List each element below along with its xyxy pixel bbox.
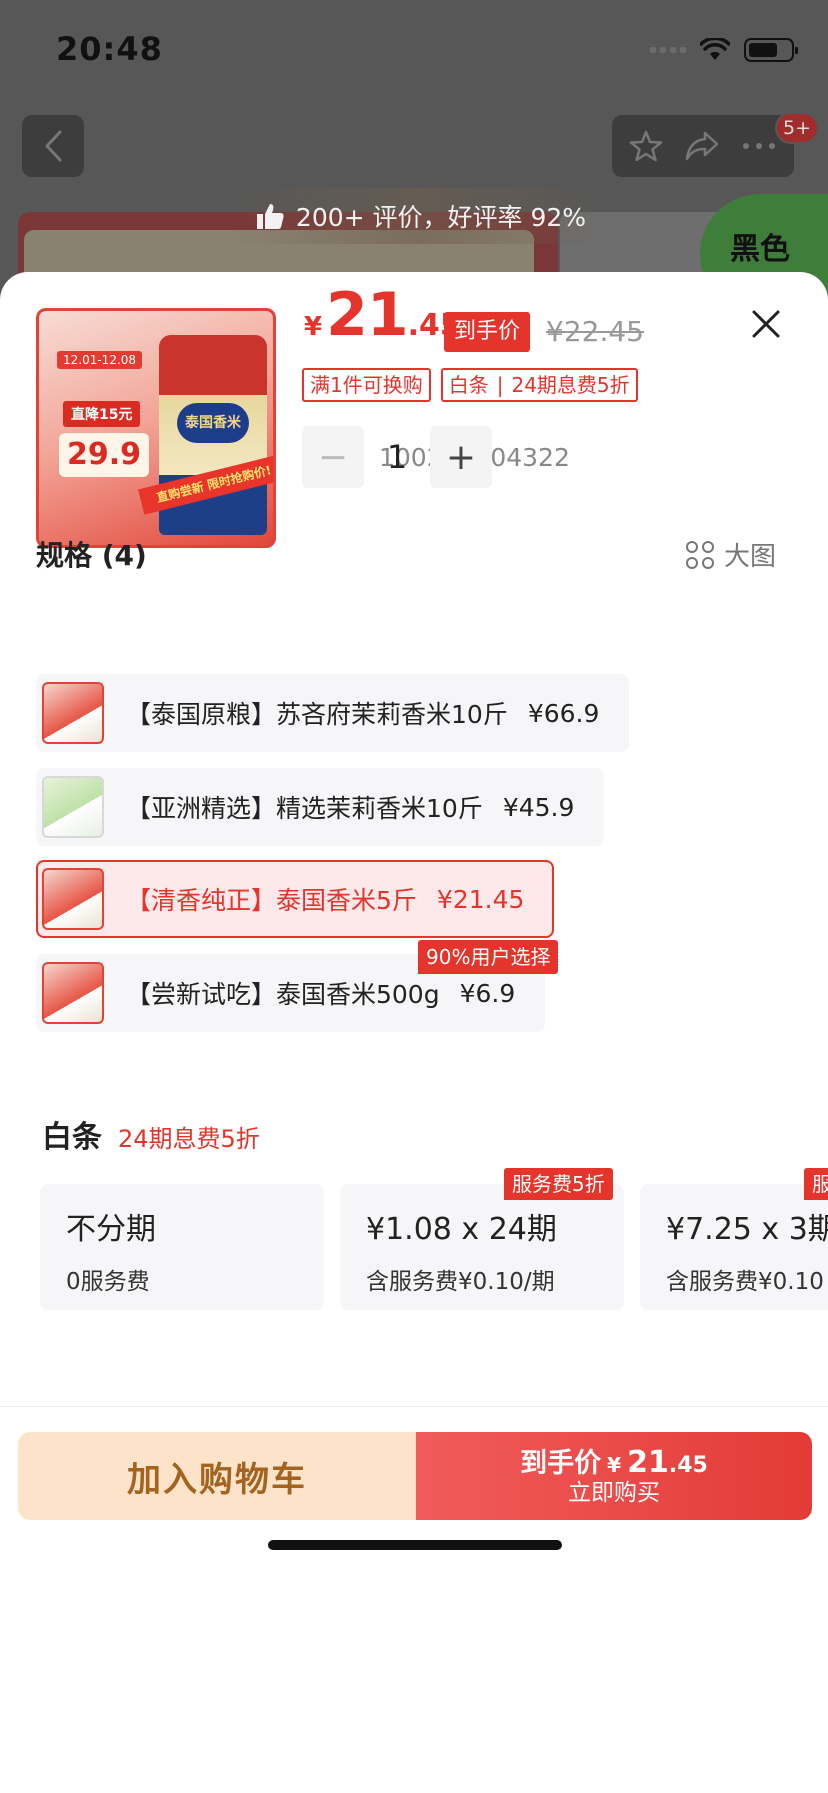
more-icon[interactable] bbox=[741, 141, 777, 151]
price-integer: 21 bbox=[326, 280, 408, 350]
big-image-label: 大图 bbox=[724, 542, 777, 572]
product-image-price: 29.9 bbox=[59, 433, 149, 477]
thumbs-up-icon bbox=[256, 204, 284, 229]
popular-badge: 90%用户选择 bbox=[418, 940, 559, 974]
spec-title: 规格 (4) bbox=[36, 539, 147, 572]
installment-option[interactable]: 不分期 0服务费 bbox=[40, 1184, 324, 1310]
grid-icon bbox=[686, 540, 714, 569]
promo-tag-baitiao-name: 白条 bbox=[448, 373, 489, 397]
spec-thumbnail bbox=[42, 962, 104, 1024]
home-indicator bbox=[268, 1540, 562, 1550]
spec-price: ¥6.9 bbox=[459, 978, 516, 1008]
spec-price: ¥45.9 bbox=[502, 792, 575, 822]
installment-amount: 不分期 bbox=[66, 1212, 156, 1247]
spec-name: 【泰国原粮】苏吝府茉莉香米10斤 bbox=[126, 700, 508, 729]
installment-badge: 服 bbox=[804, 1168, 828, 1200]
baitiao-title: 白条 bbox=[42, 1120, 102, 1155]
spec-option-selected[interactable]: 【清香纯正】泰国香米5斤 ¥21.45 bbox=[36, 860, 555, 938]
final-price-tag: 到手价 bbox=[444, 312, 531, 352]
add-to-cart-button[interactable]: 加入购物车 bbox=[18, 1432, 416, 1520]
installment-badge: 服务费5折 bbox=[504, 1168, 613, 1200]
big-image-toggle[interactable]: 大图 bbox=[686, 536, 776, 573]
installment-amount: ¥7.25 x 3期 bbox=[666, 1212, 828, 1247]
buy-price-line: 到手价 ¥21.45 bbox=[520, 1444, 708, 1481]
installment-fee: 含服务费¥0.10 bbox=[666, 1269, 824, 1295]
spec-price: ¥66.9 bbox=[527, 698, 600, 728]
signal-icon bbox=[650, 47, 686, 53]
spec-option[interactable]: 【泰国原粮】苏吝府茉莉香米10斤 ¥66.9 bbox=[36, 674, 630, 752]
review-text: 200+ 评价，好评率 92% bbox=[295, 203, 587, 232]
promo-tags: 满1件可换购 白条 | 24期息费5折 bbox=[302, 368, 638, 402]
wifi-icon bbox=[700, 38, 730, 60]
price: ¥ 21 .45 bbox=[304, 280, 461, 350]
spec-option[interactable]: 【亚洲精选】精选茉莉香米10斤 ¥45.9 bbox=[36, 768, 605, 846]
close-icon[interactable] bbox=[744, 302, 788, 346]
spec-thumbnail bbox=[42, 682, 104, 744]
spec-price: ¥21.45 bbox=[436, 884, 525, 914]
back-button[interactable] bbox=[22, 115, 84, 177]
product-image-bag-label: 泰国香米 bbox=[177, 403, 249, 443]
more-badge: 5+ bbox=[775, 112, 820, 144]
quantity-minus-button[interactable]: − bbox=[302, 426, 364, 488]
background-green-label: 黑色 bbox=[730, 232, 790, 267]
nav-actions bbox=[612, 115, 794, 177]
product-image[interactable]: 12.01-12.08 直降15元 29.9 泰国香米 直购尝新 限时抢购价! bbox=[36, 308, 276, 548]
installment-option[interactable]: ¥7.25 x 3期 含服务费¥0.10 bbox=[640, 1184, 828, 1310]
star-icon[interactable] bbox=[629, 129, 663, 163]
quantity-value[interactable]: 1 bbox=[364, 438, 430, 476]
buy-price-decimal: .45 bbox=[668, 1452, 708, 1478]
baitiao-subtitle: 24期息费5折 bbox=[118, 1125, 260, 1153]
spec-name: 【亚洲精选】精选茉莉香米10斤 bbox=[126, 794, 483, 823]
quantity-plus-button[interactable]: + bbox=[430, 426, 492, 488]
price-currency: ¥ bbox=[304, 312, 323, 342]
quantity-stepper: − 1 + bbox=[302, 426, 492, 488]
promo-separator: | bbox=[496, 373, 504, 397]
buy-now-label: 立即购买 bbox=[568, 1480, 660, 1507]
spec-name: 【尝新试吃】泰国香米500g bbox=[126, 980, 440, 1009]
installment-fee: 0服务费 bbox=[66, 1269, 150, 1295]
promo-tag-baitiao[interactable]: 白条 | 24期息费5折 bbox=[440, 368, 638, 402]
original-price: ¥22.45 bbox=[546, 315, 644, 348]
share-icon[interactable] bbox=[684, 130, 720, 162]
review-summary: 200+ 评价，好评率 92% bbox=[230, 188, 610, 244]
spec-thumbnail bbox=[42, 776, 104, 838]
status-icons bbox=[650, 38, 798, 62]
spec-name: 【清香纯正】泰国香米5斤 bbox=[126, 886, 417, 915]
installment-fee: 含服务费¥0.10/期 bbox=[366, 1269, 555, 1295]
chevron-left-icon bbox=[45, 130, 62, 162]
bottom-divider bbox=[0, 1406, 828, 1407]
sku-selector-sheet: 12.01-12.08 直降15元 29.9 泰国香米 直购尝新 限时抢购价! … bbox=[0, 272, 828, 1793]
status-time: 20:48 bbox=[56, 30, 163, 68]
promo-tag-baitiao-detail: 24期息费5折 bbox=[511, 373, 630, 397]
buy-price-currency: ¥ bbox=[607, 1452, 622, 1477]
buy-now-button[interactable]: 到手价 ¥21.45 立即购买 bbox=[416, 1432, 812, 1520]
buy-price-label: 到手价 bbox=[520, 1447, 602, 1479]
product-image-discount: 直降15元 bbox=[63, 401, 141, 427]
spec-thumbnail bbox=[42, 868, 104, 930]
product-image-date-tag: 12.01-12.08 bbox=[57, 351, 143, 369]
baitiao-header: 白条 24期息费5折 bbox=[42, 1112, 260, 1156]
promo-tag-exchange[interactable]: 满1件可换购 bbox=[302, 368, 431, 402]
installment-amount: ¥1.08 x 24期 bbox=[366, 1212, 557, 1247]
installment-option[interactable]: ¥1.08 x 24期 含服务费¥0.10/期 bbox=[340, 1184, 624, 1310]
promo-tag-exchange-label: 满1件可换购 bbox=[310, 373, 423, 397]
battery-icon bbox=[744, 38, 798, 62]
buy-price-integer: 21 bbox=[627, 1444, 669, 1480]
